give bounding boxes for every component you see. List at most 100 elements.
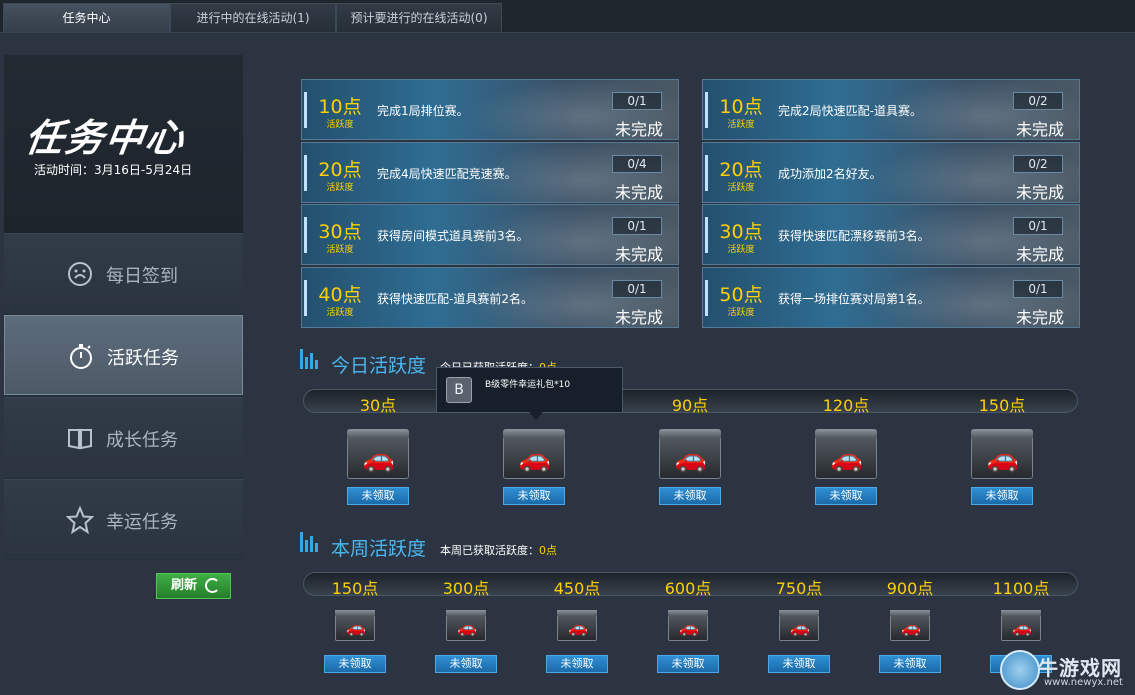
chest-lid — [335, 610, 375, 616]
milestone-label: 900点 — [886, 579, 934, 598]
chest-lid — [347, 429, 409, 438]
claim-button[interactable]: 未领取 — [971, 487, 1033, 505]
sidebar-item-active-tasks[interactable]: 活跃任务 — [4, 315, 243, 395]
sidebar-item-growth-tasks[interactable]: 成长任务 — [4, 397, 243, 477]
watermark-url: www.newyx.net — [1044, 677, 1123, 688]
claim-button[interactable]: 未领取 — [657, 655, 719, 673]
refresh-button[interactable]: 刷新 — [156, 573, 231, 599]
reward-chest[interactable]: 🚗 — [815, 429, 877, 479]
logo-title: 任务中心 — [22, 116, 189, 160]
task-progress: 0/1 — [1013, 217, 1063, 235]
task-card: 30点活跃度 获得房间模式道具赛前3名。 0/1 未完成 — [301, 204, 679, 265]
top-tab-bar: 任务中心 进行中的在线活动(1) 预计要进行的在线活动(0) — [0, 0, 1135, 33]
reward-chest[interactable]: 🚗 — [779, 610, 819, 641]
task-progress: 0/1 — [612, 217, 662, 235]
milestone-label: 1100点 — [992, 579, 1050, 598]
car-icon: 🚗 — [1012, 618, 1032, 637]
claim-button[interactable]: 未领取 — [815, 487, 877, 505]
task-description: 获得一场排位赛对局第1名。 — [778, 291, 930, 306]
task-points-unit: 活跃度 — [326, 120, 354, 130]
weekly-activity-summary: 本周已获取活跃度：0点 — [440, 542, 557, 558]
chest-lid — [779, 610, 819, 616]
reward-chest[interactable]: 🚗 — [347, 429, 409, 479]
reward-chest[interactable]: 🚗 — [557, 610, 597, 641]
gauge-icon — [66, 260, 94, 288]
tab-upcoming-events[interactable]: 预计要进行的在线活动(0) — [336, 3, 502, 32]
chest-lid — [557, 610, 597, 616]
claim-button[interactable]: 未领取 — [659, 487, 721, 505]
stopwatch-icon — [67, 342, 95, 370]
claim-button[interactable]: 未领取 — [347, 487, 409, 505]
task-points-unit: 活跃度 — [326, 182, 354, 193]
task-points: 20点 — [719, 158, 763, 181]
car-icon: 🚗 — [346, 618, 366, 637]
task-progress: 0/1 — [1013, 279, 1063, 298]
task-points: 40点 — [318, 283, 362, 306]
car-icon: 🚗 — [457, 618, 477, 637]
task-progress: 0/2 — [1013, 154, 1063, 173]
task-points-unit: 活跃度 — [727, 182, 755, 193]
car-icon: 🚗 — [568, 618, 588, 637]
sidebar-item-label: 每日签到 — [106, 266, 178, 287]
task-points-unit: 活跃度 — [326, 307, 354, 318]
claim-button[interactable]: 未领取 — [768, 655, 830, 673]
chest-lid — [815, 429, 877, 438]
milestone-label: 90点 — [671, 396, 709, 415]
reward-chest[interactable]: 🚗 — [971, 429, 1033, 479]
task-status: 未完成 — [1016, 307, 1065, 327]
task-description: 完成4局快速匹配竞速赛。 — [377, 166, 517, 181]
site-watermark: 牛游戏网 www.newyx.net — [1000, 650, 1133, 692]
task-status: 未完成 — [615, 245, 664, 264]
claim-button[interactable]: 未领取 — [503, 487, 565, 505]
milestone-label: 120点 — [822, 396, 870, 415]
car-icon: 🚗 — [679, 618, 699, 637]
claim-button[interactable]: 未领取 — [435, 655, 497, 673]
task-progress: 0/1 — [612, 279, 662, 298]
tab-label: 进行中的在线活动(1) — [196, 11, 310, 25]
task-points-unit: 活跃度 — [727, 120, 755, 130]
reward-chest[interactable]: 🚗 — [503, 429, 565, 479]
mascot-icon — [1000, 650, 1040, 690]
chest-lid — [1001, 610, 1041, 616]
task-description: 完成1局排位赛。 — [377, 104, 469, 118]
daily-activity-title: 今日活跃度 — [331, 355, 427, 377]
car-icon: 🚗 — [362, 444, 396, 474]
task-status: 未完成 — [1016, 120, 1065, 139]
refresh-label: 刷新 — [171, 578, 198, 593]
chest-lid — [503, 429, 565, 438]
task-description: 获得快速匹配-道具赛前2名。 — [377, 291, 533, 306]
task-description: 完成2局快速匹配-道具赛。 — [778, 104, 922, 118]
milestone-label: 30点 — [359, 396, 397, 415]
chest-lid — [668, 610, 708, 616]
sidebar-item-daily-checkin[interactable]: 每日签到 — [4, 233, 243, 313]
reward-chest[interactable]: 🚗 — [668, 610, 708, 641]
task-description: 获得房间模式道具赛前3名。 — [377, 229, 529, 243]
star-icon — [65, 505, 95, 535]
activity-time: 活动时间：3月16日-5月24日 — [34, 163, 193, 177]
gift-pack-icon: B — [446, 377, 472, 403]
task-card: 40点 活跃度 获得快速匹配-道具赛前2名。 0/1 未完成 — [301, 266, 679, 328]
car-icon: 🚗 — [830, 444, 864, 474]
tab-task-center[interactable]: 任务中心 — [3, 3, 170, 32]
reward-chest[interactable]: 🚗 — [335, 610, 375, 641]
car-icon: 🚗 — [986, 444, 1020, 474]
weekly-activity-title: 本周活跃度 — [331, 538, 427, 560]
tab-ongoing-events[interactable]: 进行中的在线活动(1) — [170, 3, 336, 32]
task-card: 10点 活跃度 完成2局快速匹配-道具赛。 0/2 未完成 — [702, 79, 1080, 140]
task-points-unit: 活跃度 — [326, 245, 354, 255]
sidebar-item-lucky-tasks[interactable]: 幸运任务 — [4, 479, 243, 559]
sidebar-item-label: 活跃任务 — [107, 348, 179, 369]
claim-button[interactable]: 未领取 — [879, 655, 941, 673]
sidebar: 任务中心 活动时间：3月16日-5月24日 每日签到 活跃任务 成长任务 幸运任… — [4, 55, 243, 560]
claim-button[interactable]: 未领取 — [324, 655, 386, 673]
task-description: 获得快速匹配漂移赛前3名。 — [778, 229, 930, 243]
milestone-label: 600点 — [664, 579, 712, 598]
reward-chest[interactable]: 🚗 — [659, 429, 721, 479]
reward-chest[interactable]: 🚗 — [890, 610, 930, 641]
task-points: 30点 — [318, 221, 362, 243]
reward-chest[interactable]: 🚗 — [446, 610, 486, 641]
summary-prefix: 本周已获取活跃度： — [440, 544, 539, 557]
claim-button[interactable]: 未领取 — [546, 655, 608, 673]
task-progress: 0/2 — [1013, 92, 1063, 110]
reward-chest[interactable]: 🚗 — [1001, 610, 1041, 641]
